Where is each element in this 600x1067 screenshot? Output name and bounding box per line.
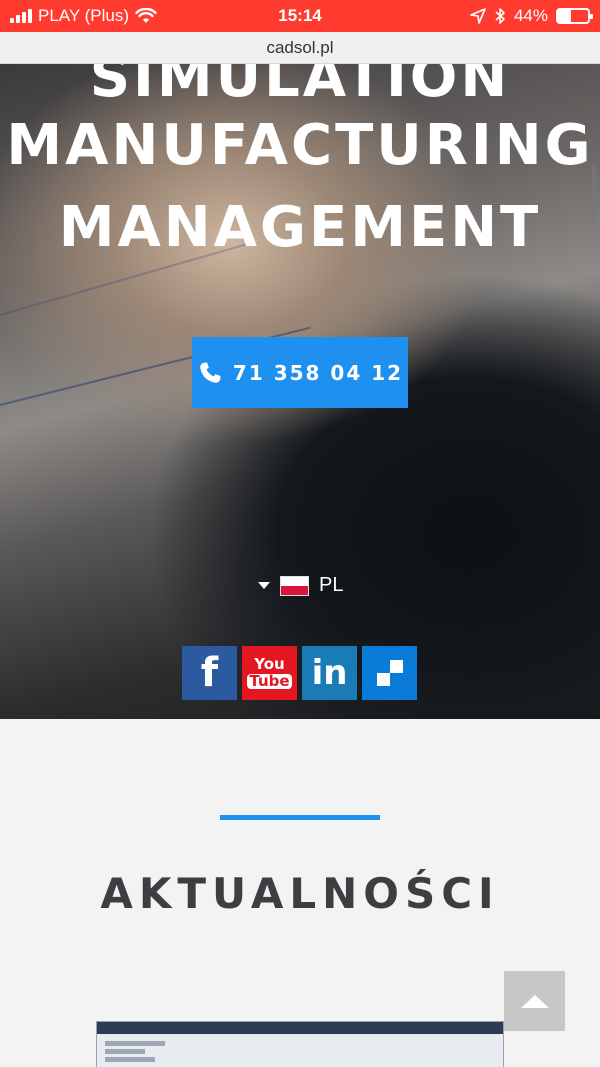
- youtube-link[interactable]: You Tube: [242, 646, 297, 700]
- 3ds-logo-icon: [376, 660, 403, 686]
- thumbnail-toolbar: [97, 1022, 503, 1034]
- phone-number: 71 358 04 12: [232, 360, 404, 385]
- phone-icon: [200, 361, 221, 383]
- address-bar[interactable]: cadsol.pl: [0, 32, 600, 64]
- battery-percent: 44%: [513, 6, 548, 25]
- screen: PLAY (Plus) 15:14 44% cadsol.pl SIMULATI…: [0, 0, 600, 1067]
- linkedin-link[interactable]: in: [302, 646, 357, 700]
- hero-title-line-2: MANUFACTURING: [6, 113, 594, 178]
- facebook-link[interactable]: f: [182, 646, 237, 700]
- news-thumbnail-image[interactable]: [96, 1021, 504, 1067]
- bluetooth-icon: [495, 8, 505, 24]
- poland-flag-icon: [280, 575, 309, 596]
- caret-down-icon: [258, 582, 270, 589]
- language-label: PL: [319, 574, 344, 596]
- youtube-icon-top: You: [254, 655, 285, 673]
- battery-icon: [556, 8, 593, 24]
- url-text: cadsol.pl: [266, 38, 334, 57]
- phone-call-button[interactable]: 71 358 04 12: [192, 337, 408, 408]
- language-selector[interactable]: PL: [258, 574, 343, 597]
- status-right: 44%: [470, 6, 593, 26]
- youtube-icon-bottom: Tube: [247, 672, 292, 690]
- arrow-up-icon: [520, 994, 549, 1008]
- 3ds-link[interactable]: [362, 646, 417, 700]
- news-heading: AKTUALNOŚCI: [100, 869, 500, 918]
- hero-title-line-3: MANAGEMENT: [58, 195, 542, 260]
- page-scrollbar[interactable]: [592, 164, 596, 224]
- hero-section: SIMULATION MANUFACTURING MANAGEMENT 71 3…: [0, 64, 600, 719]
- linkedin-icon: in: [311, 653, 348, 693]
- location-icon: [470, 8, 486, 24]
- thumbnail-tree: [97, 1034, 503, 1067]
- section-accent-rule: [220, 815, 380, 820]
- social-links: f You Tube in: [182, 646, 417, 700]
- back-to-top-button[interactable]: [504, 971, 565, 1031]
- status-bar: PLAY (Plus) 15:14 44%: [0, 0, 600, 32]
- hero-title-line-1: SIMULATION: [89, 64, 511, 110]
- news-section: AKTUALNOŚCI: [0, 719, 600, 1067]
- battery-fill: [558, 10, 572, 22]
- facebook-icon: f: [200, 650, 219, 696]
